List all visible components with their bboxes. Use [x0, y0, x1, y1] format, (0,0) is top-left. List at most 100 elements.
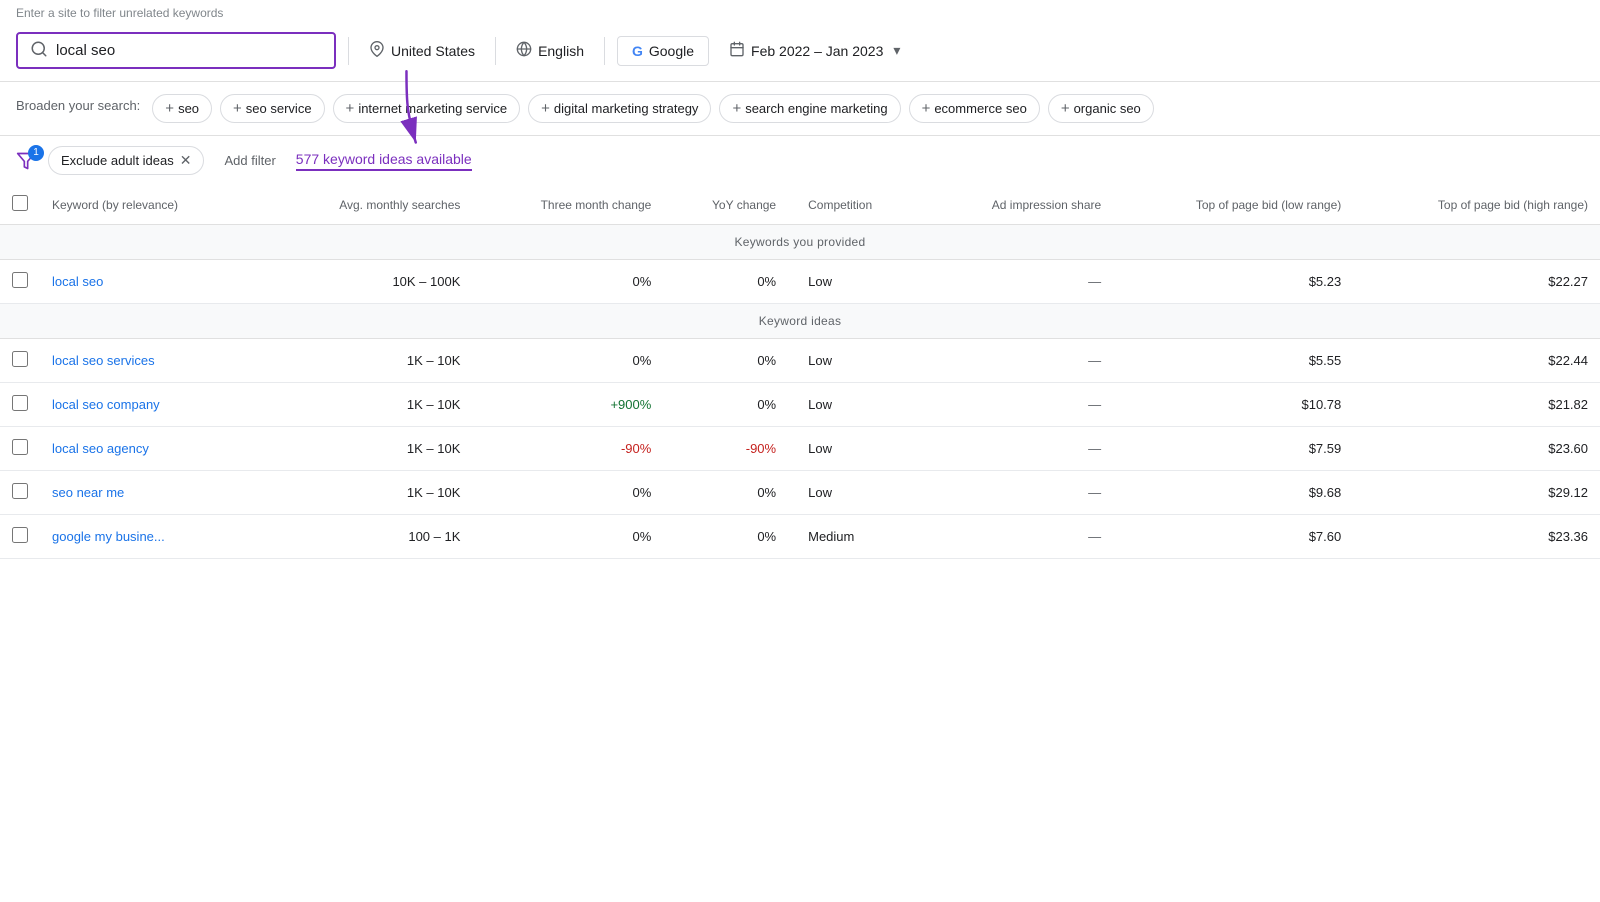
yoy-cell: 0%	[663, 383, 788, 427]
col-top-bid-low[interactable]: Top of page bid (low range)	[1113, 185, 1353, 225]
chip-plus-icon: +	[233, 100, 242, 117]
filter-count-badge: 1	[28, 145, 44, 161]
search-box-container	[16, 32, 336, 69]
exclude-adult-chip[interactable]: Exclude adult ideas ✕	[48, 146, 204, 175]
three-month-cell: 0%	[472, 471, 663, 515]
top-bid-high-cell: $22.27	[1353, 260, 1600, 304]
chip-seo[interactable]: + seo	[152, 94, 212, 123]
col-keyword[interactable]: Keyword (by relevance)	[40, 185, 267, 225]
top-bid-low-cell: $7.59	[1113, 427, 1353, 471]
ad-impression-cell: —	[924, 260, 1113, 304]
ad-impression-cell: —	[924, 515, 1113, 559]
avg-monthly-cell: 10K – 100K	[267, 260, 473, 304]
yoy-cell: 0%	[663, 471, 788, 515]
search-icon	[30, 40, 48, 61]
competition-cell: Medium	[788, 515, 924, 559]
chip-ecommerce-seo[interactable]: + ecommerce seo	[909, 94, 1040, 123]
row-select-checkbox[interactable]	[12, 272, 28, 288]
language-label: English	[538, 43, 584, 59]
keyword-cell[interactable]: local seo services	[40, 339, 267, 383]
col-three-month[interactable]: Three month change	[472, 185, 663, 225]
row-checkbox[interactable]	[0, 427, 40, 471]
keyword-cell[interactable]: seo near me	[40, 471, 267, 515]
divider	[348, 37, 349, 65]
keyword-cell[interactable]: local seo company	[40, 383, 267, 427]
top-bid-low-cell: $5.55	[1113, 339, 1353, 383]
col-avg-monthly[interactable]: Avg. monthly searches	[267, 185, 473, 225]
row-checkbox[interactable]	[0, 471, 40, 515]
location-label: United States	[391, 43, 475, 59]
row-select-checkbox[interactable]	[12, 483, 28, 499]
competition-cell: Low	[788, 339, 924, 383]
col-top-bid-high[interactable]: Top of page bid (high range)	[1353, 185, 1600, 225]
top-bid-low-cell: $9.68	[1113, 471, 1353, 515]
top-bid-high-cell: $22.44	[1353, 339, 1600, 383]
chip-label-organic-seo: organic seo	[1074, 101, 1141, 116]
col-yoy[interactable]: YoY change	[663, 185, 788, 225]
table-header-row: Keyword (by relevance) Avg. monthly sear…	[0, 185, 1600, 225]
chip-plus-icon: +	[1061, 100, 1070, 117]
row-select-checkbox[interactable]	[12, 439, 28, 455]
chip-label-seo: seo	[178, 101, 199, 116]
keyword-cell[interactable]: local seo	[40, 260, 267, 304]
section-header-ideas-label: Keyword ideas	[0, 304, 1600, 339]
ad-impression-cell: —	[924, 471, 1113, 515]
chip-search-engine-marketing[interactable]: + search engine marketing	[719, 94, 900, 123]
chip-organic-seo[interactable]: + organic seo	[1048, 94, 1154, 123]
chip-seo-service[interactable]: + seo service	[220, 94, 325, 123]
row-checkbox[interactable]	[0, 515, 40, 559]
col-competition[interactable]: Competition	[788, 185, 924, 225]
add-filter-button[interactable]: Add filter	[216, 148, 283, 173]
exclude-adult-close-icon[interactable]: ✕	[180, 152, 192, 169]
search-engine-icon: G	[632, 43, 643, 59]
three-month-cell: +900%	[472, 383, 663, 427]
site-filter-hint: Enter a site to filter unrelated keyword…	[0, 0, 1600, 20]
keyword-cell[interactable]: local seo agency	[40, 427, 267, 471]
location-selector[interactable]: United States	[361, 37, 483, 64]
competition-cell: Low	[788, 427, 924, 471]
avg-monthly-cell: 1K – 10K	[267, 427, 473, 471]
chip-label-digital-marketing: digital marketing strategy	[554, 101, 699, 116]
table-row: local seo agency 1K – 10K -90% -90% Low …	[0, 427, 1600, 471]
row-select-checkbox[interactable]	[12, 395, 28, 411]
search-engine-selector[interactable]: G Google	[617, 36, 709, 66]
keyword-table: Keyword (by relevance) Avg. monthly sear…	[0, 185, 1600, 559]
section-header-ideas: Keyword ideas	[0, 304, 1600, 339]
top-bar: United States English G Google	[0, 20, 1600, 82]
date-range-selector[interactable]: Feb 2022 – Jan 2023 ▾	[721, 37, 908, 64]
search-engine-label: Google	[649, 43, 694, 59]
keyword-count: 577 keyword ideas available	[296, 151, 472, 171]
three-month-cell: 0%	[472, 260, 663, 304]
row-checkbox[interactable]	[0, 383, 40, 427]
row-select-checkbox[interactable]	[12, 351, 28, 367]
chip-internet-marketing-service[interactable]: + internet marketing service	[333, 94, 521, 123]
table-row: local seo services 1K – 10K 0% 0% Low — …	[0, 339, 1600, 383]
three-month-cell: -90%	[472, 427, 663, 471]
top-bid-low-cell: $10.78	[1113, 383, 1353, 427]
table-row: google my busine... 100 – 1K 0% 0% Mediu…	[0, 515, 1600, 559]
top-bid-high-cell: $21.82	[1353, 383, 1600, 427]
avg-monthly-cell: 1K – 10K	[267, 383, 473, 427]
chip-label-internet-marketing: internet marketing service	[358, 101, 507, 116]
keyword-search-input[interactable]	[56, 42, 322, 59]
chip-digital-marketing-strategy[interactable]: + digital marketing strategy	[528, 94, 711, 123]
section-header-provided-label: Keywords you provided	[0, 225, 1600, 260]
competition-cell: Low	[788, 471, 924, 515]
language-selector[interactable]: English	[508, 37, 592, 64]
chip-plus-icon: +	[165, 100, 174, 117]
date-range-label: Feb 2022 – Jan 2023	[751, 43, 883, 59]
col-checkbox	[0, 185, 40, 225]
row-checkbox[interactable]	[0, 339, 40, 383]
col-ad-impression[interactable]: Ad impression share	[924, 185, 1113, 225]
row-checkbox[interactable]	[0, 260, 40, 304]
yoy-cell: -90%	[663, 427, 788, 471]
filter-button[interactable]: 1	[16, 151, 36, 171]
yoy-cell: 0%	[663, 515, 788, 559]
keyword-cell[interactable]: google my busine...	[40, 515, 267, 559]
yoy-cell: 0%	[663, 260, 788, 304]
row-select-checkbox[interactable]	[12, 527, 28, 543]
keyword-table-wrapper: Keyword (by relevance) Avg. monthly sear…	[0, 185, 1600, 559]
table-body: Keywords you provided local seo 10K – 10…	[0, 225, 1600, 559]
select-all-checkbox[interactable]	[12, 195, 28, 211]
ad-impression-cell: —	[924, 427, 1113, 471]
